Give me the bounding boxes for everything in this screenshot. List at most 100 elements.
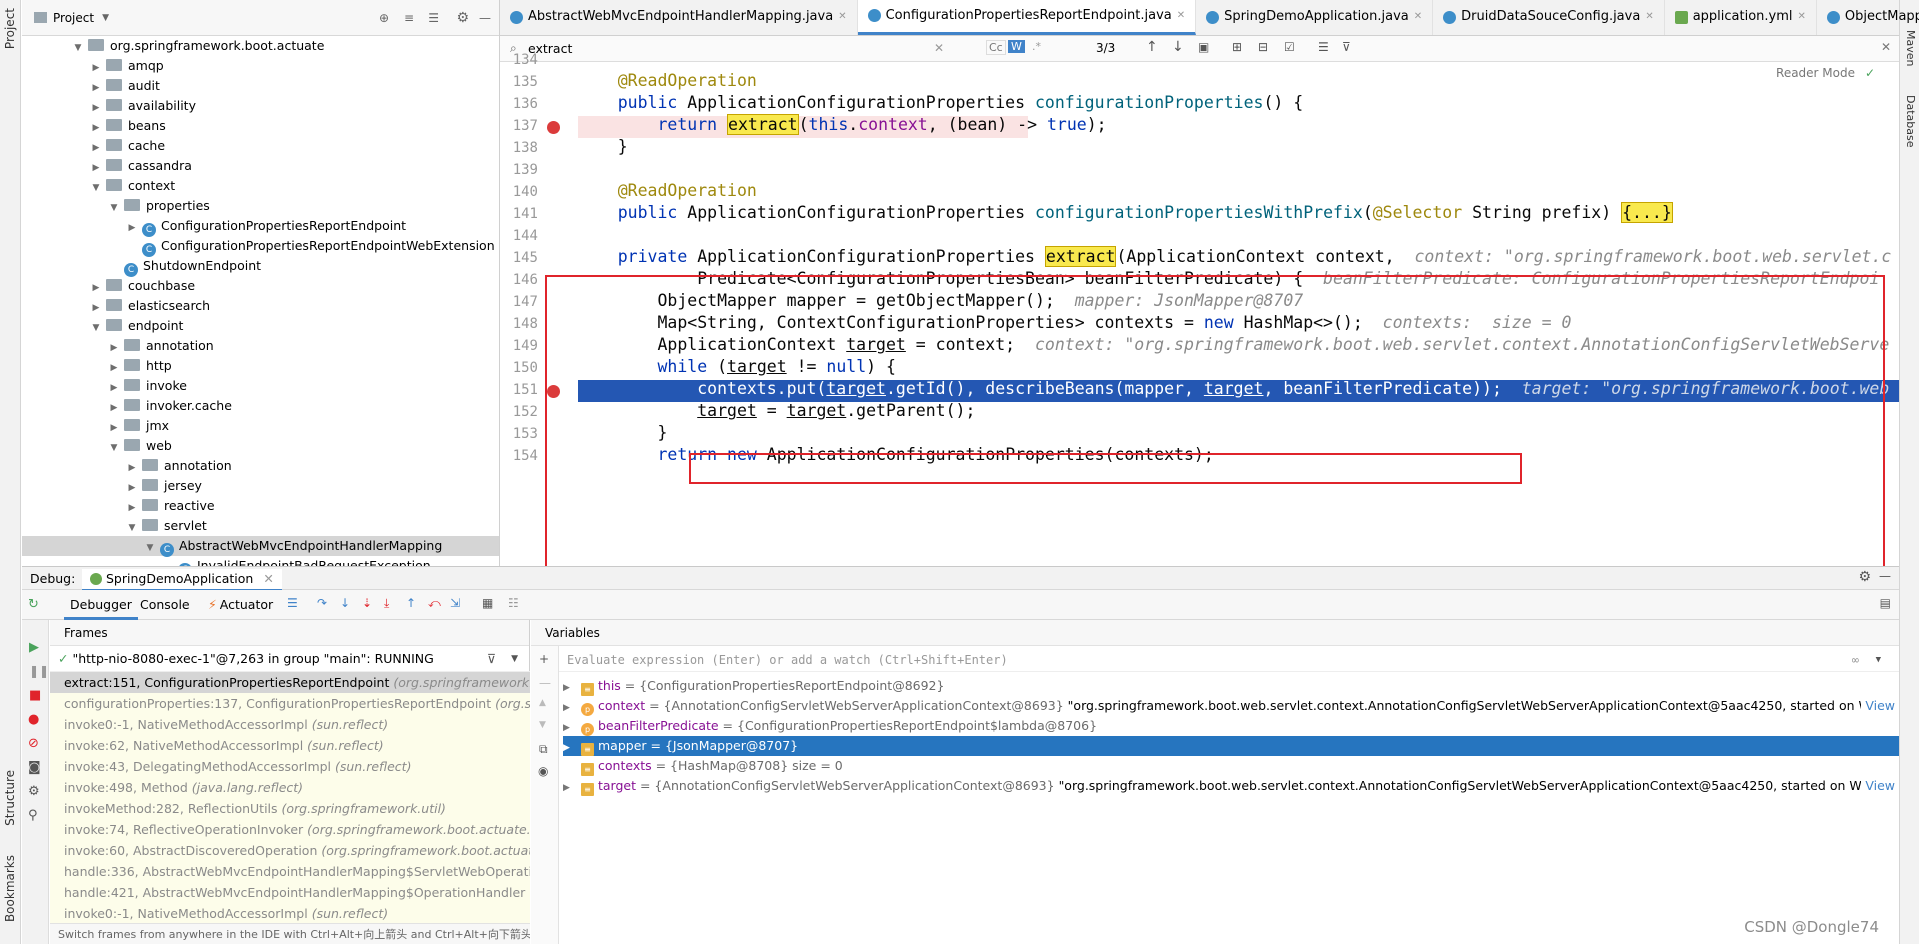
resume-icon[interactable]: ▶ xyxy=(29,640,39,655)
move-down-icon[interactable]: ▼ xyxy=(539,720,546,730)
tree-item[interactable]: ▼ web xyxy=(22,436,499,456)
hide-icon[interactable]: — xyxy=(1879,569,1891,583)
expand-all-icon[interactable]: ☰ xyxy=(428,11,439,25)
hide-icon[interactable]: — xyxy=(479,11,491,25)
stack-frame[interactable]: invoke:43, DelegatingMethodAccessorImpl … xyxy=(50,756,530,777)
close-icon[interactable]: ✕ xyxy=(263,571,273,586)
chevron-right-icon[interactable]: ▶ xyxy=(563,778,577,796)
tree-item[interactable]: ▼ context xyxy=(22,176,499,196)
editor-tab[interactable]: DruidDataSouceConfig.java ✕ xyxy=(1433,0,1665,35)
chevron-down-icon[interactable]: ▼ xyxy=(90,318,102,338)
chevron-down-icon[interactable]: ▼ xyxy=(126,518,138,538)
editor-tab[interactable]: ConfigurationPropertiesReportEndpoint.ja… xyxy=(857,0,1197,35)
chevron-right-icon[interactable]: ▶ xyxy=(563,718,577,736)
close-icon[interactable]: ✕ xyxy=(838,0,846,35)
tree-item[interactable]: ▶ annotation xyxy=(22,336,499,356)
stack-frame[interactable]: extract:151, ConfigurationPropertiesRepo… xyxy=(50,672,530,693)
show-execution-point-icon[interactable]: ↷ xyxy=(317,596,327,610)
editor-tab[interactable]: application.yml ✕ xyxy=(1665,0,1817,35)
tree-item[interactable]: CInvalidEndpointBadRequestException xyxy=(22,556,499,566)
chevron-right-icon[interactable]: ▶ xyxy=(90,138,102,158)
force-step-into-icon[interactable]: ⤓ xyxy=(384,596,389,611)
breakpoint-icon[interactable] xyxy=(547,385,560,398)
tree-item[interactable]: ▼ C AbstractWebMvcEndpointHandlerMapping xyxy=(22,536,499,558)
tree-item[interactable]: ▶ audit xyxy=(22,76,499,96)
tree-item[interactable]: ▶ http xyxy=(22,356,499,376)
code-editor[interactable]: Reader Mode ✓ @ReadOperation public Appl… xyxy=(578,62,1899,562)
chevron-right-icon[interactable]: ▶ xyxy=(108,358,120,378)
code-line[interactable]: contexts.put(target.getId(), describeBea… xyxy=(578,378,1889,400)
chevron-right-icon[interactable]: ▶ xyxy=(126,498,138,518)
stop-icon[interactable]: ■ xyxy=(29,688,41,703)
chevron-right-icon[interactable]: ▶ xyxy=(126,458,138,478)
chevron-right-icon[interactable]: ▶ xyxy=(108,418,120,438)
layout-icon[interactable]: ▤ xyxy=(1880,596,1891,610)
variable-row[interactable]: ≡ contexts = {HashMap@8708} size = 0 xyxy=(563,756,1899,776)
view-link[interactable]: View xyxy=(1861,776,1899,796)
filter-icon[interactable]: ⊽ xyxy=(487,646,496,672)
close-icon[interactable]: ✕ xyxy=(1645,0,1653,35)
gear-icon[interactable]: ⚙ xyxy=(1858,569,1871,585)
run-to-cursor-icon[interactable]: ⇲ xyxy=(450,596,460,610)
drop-frame-icon[interactable]: ⤺ xyxy=(428,596,441,611)
tree-item[interactable]: ▶ amqp xyxy=(22,56,499,76)
evaluate-expression-icon[interactable]: ▦ xyxy=(482,596,493,610)
chevron-right-icon[interactable]: ▶ xyxy=(563,678,577,696)
step-over-icon[interactable]: ↓ xyxy=(340,596,350,610)
chevron-down-icon[interactable]: ▼ xyxy=(511,646,518,672)
mute-breakpoints-icon[interactable]: ⊘ xyxy=(28,736,39,751)
chevron-down-icon[interactable]: ▼ xyxy=(1876,648,1881,672)
tree-item[interactable]: ▶ beans xyxy=(22,116,499,136)
close-icon[interactable]: ✕ xyxy=(1177,0,1185,34)
debug-config-tab[interactable]: SpringDemoApplication ✕ xyxy=(82,569,282,591)
reader-mode-button[interactable]: Reader Mode xyxy=(1776,66,1855,80)
database-tool-tab[interactable]: Database xyxy=(1904,95,1917,148)
next-occurrence-icon[interactable]: ↓ xyxy=(1172,39,1184,55)
tree-item[interactable]: ▶ cassandra xyxy=(22,156,499,176)
stack-frame[interactable]: invoke:498, Method (java.lang.reflect) xyxy=(50,777,530,798)
stack-frame[interactable]: invoke:62, NativeMethodAccessorImpl (sun… xyxy=(50,735,530,756)
code-line[interactable]: private ApplicationConfigurationProperti… xyxy=(578,246,1891,268)
code-line[interactable]: Map<String, ContextConfigurationProperti… xyxy=(578,312,1571,334)
match-case-toggle[interactable]: Cc xyxy=(986,40,1006,55)
view-breakpoints-icon[interactable]: ● xyxy=(28,712,39,727)
collapse-all-icon[interactable]: ≡ xyxy=(404,11,414,25)
stack-frame[interactable]: invoke0:-1, NativeMethodAccessorImpl (su… xyxy=(50,714,530,735)
gear-icon[interactable]: ⚙ xyxy=(456,10,469,26)
filter-options-icon[interactable]: ☰ xyxy=(1318,40,1329,54)
project-tool-tab[interactable]: Project xyxy=(3,8,17,49)
chevron-down-icon[interactable]: ▼ xyxy=(108,438,120,458)
stack-frame[interactable]: handle:421, AbstractWebMvcEndpointHandle… xyxy=(50,882,530,903)
chevron-right-icon[interactable]: ▶ xyxy=(90,58,102,78)
chevron-down-icon[interactable]: ▼ xyxy=(90,178,102,198)
tree-item[interactable]: ▶ reactive xyxy=(22,496,499,516)
move-up-icon[interactable]: ▲ xyxy=(539,698,546,708)
previous-occurrence-icon[interactable]: ↑ xyxy=(1146,39,1158,55)
tree-item[interactable]: ▼ endpoint xyxy=(22,316,499,336)
tree-item[interactable]: ▶ C ConfigurationPropertiesReportEndpoint xyxy=(22,216,499,237)
pin-icon[interactable]: ⚲ xyxy=(28,808,38,823)
tree-item[interactable]: ▶ invoker.cache xyxy=(22,396,499,416)
chevron-right-icon[interactable]: ▶ xyxy=(90,118,102,138)
tree-item[interactable]: ▼ servlet xyxy=(22,516,499,536)
code-line[interactable]: @ReadOperation xyxy=(578,180,757,202)
gear-icon[interactable]: ⚙ xyxy=(28,784,40,799)
code-line[interactable]: public ApplicationConfigurationPropertie… xyxy=(578,202,1673,224)
chevron-down-icon[interactable]: ▼ xyxy=(144,538,156,558)
step-into-icon[interactable]: ⇣ xyxy=(362,596,372,610)
chevron-down-icon[interactable]: ▼ xyxy=(72,38,84,58)
tree-item[interactable]: C ShutdownEndpoint xyxy=(22,256,499,277)
editor-tab[interactable]: SpringDemoApplication.java ✕ xyxy=(1196,0,1434,35)
code-line[interactable]: return extract(this.context, (bean) -> t… xyxy=(578,114,1107,136)
variable-row[interactable]: ▶ ≡ target = {AnnotationConfigServletWebSe… xyxy=(563,776,1899,796)
close-icon[interactable]: ✕ xyxy=(1414,0,1422,35)
remove-occurrence-icon[interactable]: ⊟ xyxy=(1258,40,1268,54)
stack-frame[interactable]: invoke:60, AbstractDiscoveredOperation (… xyxy=(50,840,530,861)
chevron-down-icon[interactable]: ▼ xyxy=(102,13,109,23)
code-line[interactable]: Predicate<ConfigurationPropertiesBean> b… xyxy=(578,268,1879,290)
code-line[interactable]: return new ApplicationConfigurationPrope… xyxy=(578,444,1213,466)
regex-toggle[interactable]: .* xyxy=(1032,40,1041,53)
camera-icon[interactable]: ◙ xyxy=(28,760,41,775)
maven-tool-tab[interactable]: Maven xyxy=(1904,30,1917,66)
tree-item[interactable]: C ConfigurationPropertiesReportEndpointWe… xyxy=(22,236,499,257)
